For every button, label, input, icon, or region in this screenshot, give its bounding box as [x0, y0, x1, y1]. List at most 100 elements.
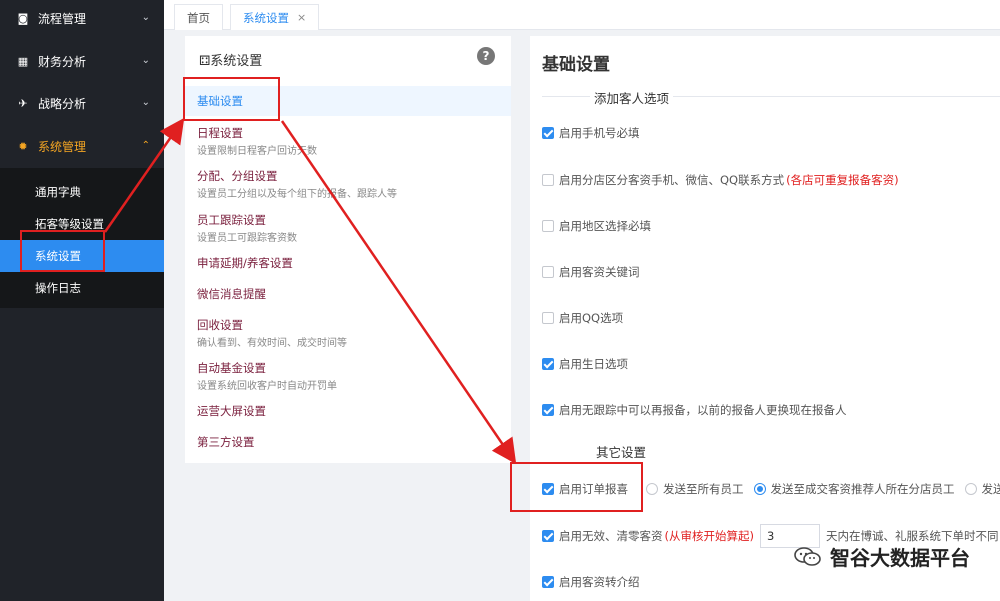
option-label: 启用QQ选项: [559, 311, 624, 325]
checkbox[interactable]: [542, 312, 554, 324]
sub-item-dictionary[interactable]: 通用字典: [0, 176, 164, 208]
plane-icon: ✈: [18, 97, 28, 110]
menu-item-desc: 设置系统回收客户时自动开罚单: [197, 381, 337, 392]
close-icon[interactable]: ×: [297, 11, 306, 24]
settings-menu-panel: ⚃系统设置 ? 基础设置 日程设置 设置限制日程客户回访天数 分配、分组设置 设…: [185, 36, 511, 463]
option-note: (从审核开始算起): [664, 529, 754, 543]
menu-item-label: 分配、分组设置: [197, 169, 278, 183]
menu-item-basic[interactable]: 基础设置: [185, 86, 511, 116]
option-label: 启用客资转介绍: [559, 575, 640, 589]
watermark: 智谷大数据平台: [794, 542, 970, 571]
tab-bar: 首页 系统设置 ×: [164, 0, 1000, 30]
menu-item-label: 运营大屏设置: [197, 404, 266, 418]
menu-item-schedule[interactable]: 日程设置 设置限制日程客户回访天数: [185, 125, 511, 157]
menu-item-label: 第三方设置: [197, 435, 255, 449]
nav-label: 财务分析: [38, 55, 87, 69]
option-label: 启用客资关键词: [559, 265, 640, 279]
nav-strategy-analysis[interactable]: ✈ 战略分析 ⌄: [0, 82, 164, 125]
sub-item-system-settings[interactable]: 系统设置: [0, 240, 164, 272]
chevron-down-icon: ⌄: [141, 55, 150, 66]
menu-item-wechat-reminder[interactable]: 微信消息提醒: [185, 286, 511, 302]
option-label: 启用分店区分客资手机、微信、QQ联系方式: [559, 173, 785, 187]
system-submenu: 通用字典 拓客等级设置 系统设置 操作日志: [0, 168, 164, 308]
menu-item-desc: 确认看到、有效时间、成交时间等: [197, 338, 347, 349]
menu-item-staff-tracking[interactable]: 员工跟踪设置 设置员工可跟踪客资数: [185, 212, 511, 244]
radio-label: 发送至成交客资推荐人所在分店员工: [770, 482, 955, 496]
menu-item-extension[interactable]: 申请延期/养客设置: [185, 255, 511, 271]
radio-send-to[interactable]: [964, 483, 977, 495]
sub-item-customer-level[interactable]: 拓客等级设置: [0, 208, 164, 240]
page-title: 基础设置: [542, 55, 610, 75]
menu-item-assignment[interactable]: 分配、分组设置 设置员工分组以及每个组下的报备、跟踪人等: [185, 168, 511, 200]
tab-home[interactable]: 首页: [174, 4, 223, 30]
option-label: 启用生日选项: [559, 357, 628, 371]
option-birthday[interactable]: 启用生日选项: [542, 356, 628, 372]
option-transfer[interactable]: 启用客资转介绍: [542, 574, 640, 590]
menu-item-label: 回收设置: [197, 318, 243, 332]
option-phone-required[interactable]: 启用手机号必填: [542, 125, 640, 141]
nav-process-management[interactable]: ◙ 流程管理 ⌄: [0, 0, 164, 40]
option-label: 启用地区选择必填: [559, 219, 651, 233]
option-qq[interactable]: 启用QQ选项: [542, 310, 623, 326]
option-label: 启用无跟踪中可以再报备，以前的报备人更换现在报备人: [559, 403, 847, 417]
panel-title: ⚃系统设置: [199, 54, 263, 69]
nav-label: 系统管理: [38, 140, 87, 154]
checkbox[interactable]: [542, 483, 554, 495]
menu-item-label: 微信消息提醒: [197, 287, 266, 301]
chevron-down-icon: ⌄: [141, 12, 150, 23]
basic-settings-panel: 基础设置 添加客人选项 启用手机号必填 启用分店区分客资手机、微信、QQ联系方式…: [530, 36, 1000, 601]
wechat-icon: [794, 546, 822, 568]
radio-label: 发送至所有员工: [663, 482, 744, 496]
option-label: 启用无效、清零客资: [559, 529, 663, 543]
checkbox[interactable]: [542, 266, 554, 278]
checkbox[interactable]: [542, 127, 554, 139]
checkbox[interactable]: [542, 404, 554, 416]
menu-item-label: 自动基金设置: [197, 361, 266, 375]
option-branch-contact[interactable]: 启用分店区分客资手机、微信、QQ联系方式 (各店可重复报备客资): [542, 172, 899, 188]
option-region-required[interactable]: 启用地区选择必填: [542, 218, 651, 234]
menu-item-label: 基础设置: [197, 94, 243, 108]
checkbox[interactable]: [542, 576, 554, 588]
radio-all-staff[interactable]: [646, 483, 658, 495]
menu-item-label: 日程设置: [197, 126, 243, 140]
menu-item-auto-fund[interactable]: 自动基金设置 设置系统回收客户时自动开罚单: [185, 360, 511, 392]
menu-item-desc: 设置员工可跟踪客资数: [197, 233, 297, 244]
menu-item-third-party[interactable]: 第三方设置: [185, 434, 511, 450]
option-label: 启用手机号必填: [559, 126, 640, 140]
checkbox[interactable]: [542, 174, 554, 186]
checkbox[interactable]: [542, 358, 554, 370]
nav-label: 战略分析: [38, 97, 87, 111]
menu-item-label: 申请延期/养客设置: [197, 256, 293, 270]
sidebar: ◙ 流程管理 ⌄ ▦ 财务分析 ⌄ ✈ 战略分析 ⌄ ✹ 系统管理 ⌃ 通用字典…: [0, 0, 164, 601]
help-icon[interactable]: ?: [477, 47, 495, 65]
radio-branch-staff[interactable]: [753, 483, 766, 495]
section-add-guest-options: 添加客人选项: [590, 88, 674, 107]
sub-item-operation-log[interactable]: 操作日志: [0, 272, 164, 304]
tab-label: 系统设置: [243, 10, 289, 25]
chevron-up-icon: ⌃: [141, 140, 150, 151]
watermark-text: 智谷大数据平台: [830, 546, 970, 570]
menu-item-recycle[interactable]: 回收设置 确认看到、有效时间、成交时间等: [185, 317, 511, 349]
radio-label: 发送至: [981, 482, 1000, 496]
nav-system-management[interactable]: ✹ 系统管理 ⌃: [0, 125, 164, 168]
option-note: (各店可重复报备客资): [786, 173, 899, 187]
option-rereport[interactable]: 启用无跟踪中可以再报备，以前的报备人更换现在报备人: [542, 402, 847, 418]
menu-item-dashboard[interactable]: 运营大屏设置: [185, 403, 511, 419]
chevron-down-icon: ⌄: [141, 97, 150, 108]
camera-icon: ◙: [17, 12, 29, 25]
chart-icon: ▦: [17, 55, 29, 68]
gear-icon: ✹: [18, 140, 28, 153]
checkbox[interactable]: [542, 530, 554, 542]
nav-label: 流程管理: [38, 12, 87, 26]
tab-label: 首页: [187, 10, 210, 25]
option-label: 启用订单报喜: [559, 482, 628, 496]
tab-system-settings[interactable]: 系统设置 ×: [230, 4, 320, 30]
section-other-settings: 其它设置: [592, 442, 651, 461]
option-keywords[interactable]: 启用客资关键词: [542, 264, 640, 280]
option-order-report[interactable]: 启用订单报喜 发送至所有员工 发送至成交客资推荐人所在分店员工 发送至: [542, 481, 1000, 497]
menu-item-desc: 设置员工分组以及每个组下的报备、跟踪人等: [197, 189, 397, 200]
checkbox[interactable]: [542, 220, 554, 232]
nav-finance-analysis[interactable]: ▦ 财务分析 ⌄: [0, 40, 164, 83]
menu-item-label: 员工跟踪设置: [197, 213, 266, 227]
menu-item-desc: 设置限制日程客户回访天数: [197, 146, 317, 157]
